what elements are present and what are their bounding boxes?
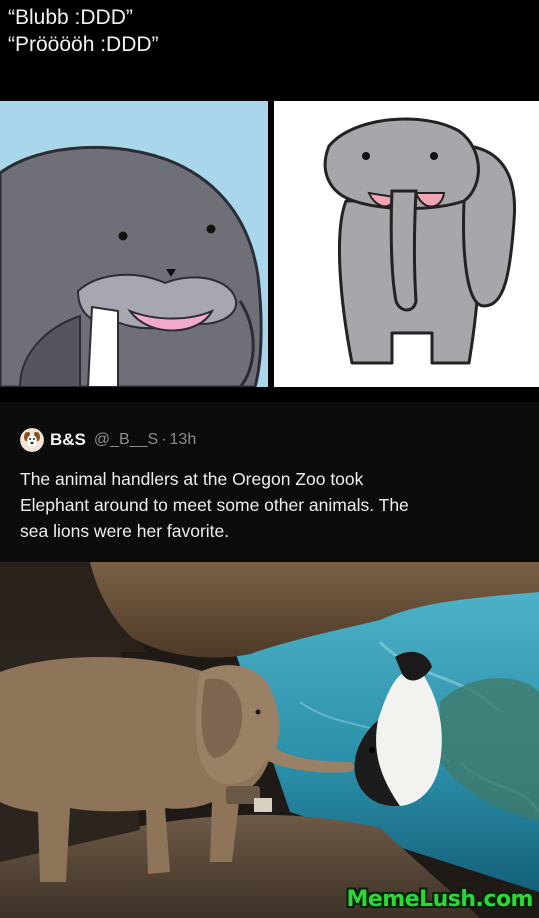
tweet-handle[interactable]: @_B__S xyxy=(94,431,158,449)
dog-avatar-icon[interactable] xyxy=(20,428,44,452)
caption-line-1: “Blubb :DDD” xyxy=(8,6,133,29)
tweet-text-line: sea lions were her favorite. xyxy=(20,521,230,541)
tweet-header: B&S @_B__S · 13h xyxy=(20,428,196,452)
tweet-body: The animal handlers at the Oregon Zoo to… xyxy=(20,466,525,544)
tweet-text-line: Elephant around to meet some other anima… xyxy=(20,495,409,515)
tweet-card: B&S @_B__S · 13h The animal handlers at … xyxy=(0,402,539,562)
tweet-text-line: The animal handlers at the Oregon Zoo to… xyxy=(20,469,364,489)
tweet-separator: · xyxy=(161,431,167,448)
elephant-watching-sea-lion-photo xyxy=(0,562,539,918)
memelush-watermark: MemeLush.com xyxy=(346,887,533,912)
tweet-timestamp[interactable]: 13h xyxy=(170,431,197,449)
elephant-drawing xyxy=(274,101,539,387)
caption-line-2: “Prööööh :DDD” xyxy=(8,33,159,56)
walrus-drawing xyxy=(0,101,268,387)
meme-caption: “Blubb :DDD” “Prööööh :DDD” xyxy=(8,4,159,58)
tweet-author[interactable]: B&S xyxy=(50,430,86,450)
